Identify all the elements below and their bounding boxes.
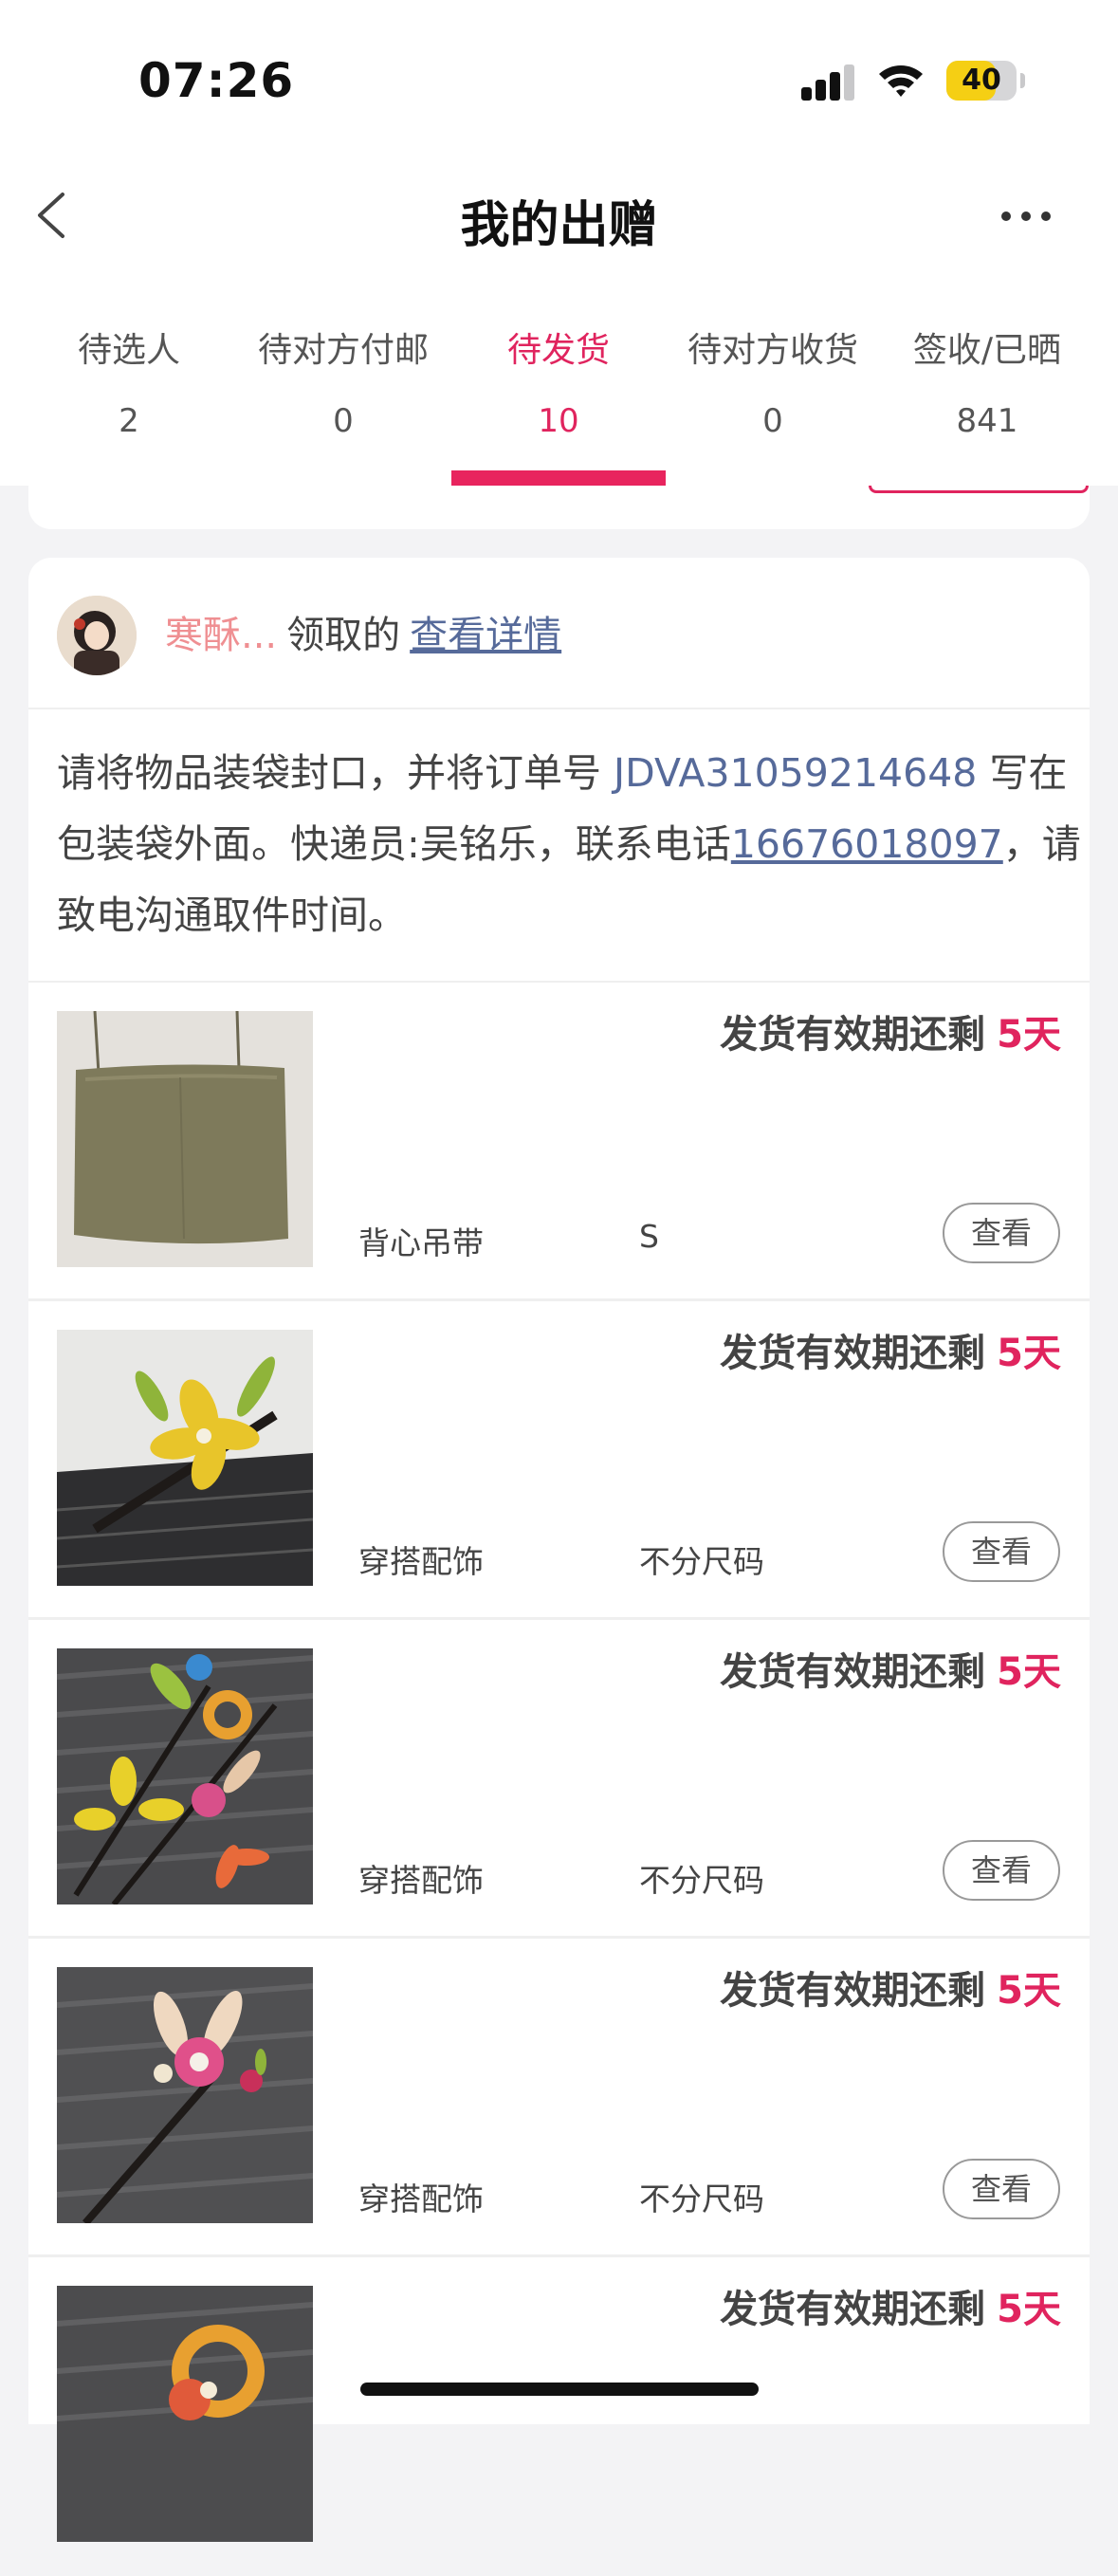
list-item[interactable]: 发货有效期还剩 5天 穿搭配饰 不分尺码 查看	[28, 1620, 1090, 1939]
deadline-label: 发货有效期还剩	[720, 1332, 986, 1375]
tab-received[interactable]: 签收/已晒 841	[880, 322, 1094, 486]
tab-count: 10	[538, 402, 579, 440]
shipping-deadline: 发货有效期还剩 5天	[720, 1322, 1061, 1377]
order-header-text: 寒酥... 领取的 查看详情	[165, 607, 561, 664]
top-area: 07:26 40 我的出赠 待选人 2 待对方付邮 0 待发货 10 待对方收货…	[0, 0, 1118, 486]
view-button[interactable]: 查看	[943, 1521, 1060, 1582]
item-category: 穿搭配饰	[358, 1862, 484, 1899]
home-indicator[interactable]	[360, 2383, 759, 2396]
shipping-deadline: 发货有效期还剩 5天	[720, 1960, 1061, 2015]
tab-count: 2	[119, 402, 139, 440]
tab-label: 待对方收货	[687, 331, 858, 370]
more-options-icon[interactable]	[1001, 210, 1058, 225]
item-category: 穿搭配饰	[358, 2180, 484, 2217]
product-image[interactable]	[57, 1648, 313, 1904]
deadline-days: 5天	[997, 1969, 1061, 2013]
deadline-label: 发货有效期还剩	[720, 1013, 986, 1057]
deadline-days: 5天	[997, 1332, 1061, 1375]
product-image[interactable]	[57, 1011, 313, 1267]
view-button[interactable]: 查看	[943, 1203, 1060, 1263]
wifi-icon	[879, 65, 923, 97]
item-category: 背心吊带	[358, 1224, 484, 1261]
shipping-deadline: 发货有效期还剩 5天	[720, 1641, 1061, 1696]
deadline-days: 5天	[997, 1650, 1061, 1694]
notice-text-1: 请将物品装袋封口，并将订单号	[57, 750, 614, 796]
status-bar: 07:26 40	[0, 0, 1118, 152]
item-category: 穿搭配饰	[358, 1543, 484, 1580]
tab-pending-shipment[interactable]: 待发货 10	[451, 322, 666, 486]
active-tab-indicator	[451, 470, 666, 486]
order-card: 寒酥... 领取的 查看详情 请将物品装袋封口，并将订单号 JDVA31059214…	[28, 558, 1090, 2542]
tab-label: 待选人	[77, 331, 180, 370]
nav-bar: 我的出赠	[0, 166, 1118, 270]
deadline-label: 发货有效期还剩	[720, 1650, 986, 1694]
item-size: S	[639, 1218, 659, 1255]
battery-icon: 40	[946, 61, 1017, 101]
view-details-link[interactable]: 查看详情	[410, 614, 561, 657]
list-item[interactable]: 发货有效期还剩 5天	[28, 2257, 1090, 2576]
tab-label: 签收/已晒	[912, 331, 1062, 370]
courier-phone-link[interactable]: 16676018097	[731, 821, 1003, 867]
status-time: 07:26	[138, 53, 295, 108]
list-item[interactable]: 发货有效期还剩 5天 背心吊带 S 查看	[28, 983, 1090, 1301]
product-image[interactable]	[57, 2286, 313, 2542]
recipient-name[interactable]: 寒酥...	[165, 614, 277, 657]
tab-pending-postage[interactable]: 待对方付邮 0	[236, 322, 450, 486]
status-tabs: 待选人 2 待对方付邮 0 待发货 10 待对方收货 0 签收/已晒 841	[0, 322, 1118, 486]
shipping-deadline: 发货有效期还剩 5天	[720, 1003, 1061, 1058]
previous-card-button-edge[interactable]	[869, 486, 1089, 493]
order-number[interactable]: JDVA31059214648	[614, 750, 977, 796]
tab-pending-receipt[interactable]: 待对方收货 0	[666, 322, 880, 486]
view-button[interactable]: 查看	[943, 2159, 1060, 2219]
item-size: 不分尺码	[639, 2180, 764, 2217]
tab-label: 待发货	[506, 331, 610, 370]
product-image[interactable]	[57, 1967, 313, 2223]
previous-order-card	[28, 486, 1090, 529]
list-item[interactable]: 发货有效期还剩 5天 穿搭配饰 不分尺码 查看	[28, 1939, 1090, 2257]
product-image[interactable]	[57, 1330, 313, 1586]
deadline-label: 发货有效期还剩	[720, 2288, 986, 2331]
claimed-label: 领取的	[286, 614, 401, 657]
avatar[interactable]	[57, 596, 137, 675]
deadline-days: 5天	[997, 1013, 1061, 1057]
deadline-days: 5天	[997, 2288, 1061, 2331]
item-size: 不分尺码	[639, 1862, 764, 1899]
shipping-deadline: 发货有效期还剩 5天	[720, 2278, 1061, 2333]
list-item[interactable]: 发货有效期还剩 5天 穿搭配饰 不分尺码 查看	[28, 1301, 1090, 1620]
tab-pending-selection[interactable]: 待选人 2	[22, 322, 236, 486]
item-size: 不分尺码	[639, 1543, 764, 1580]
view-button[interactable]: 查看	[943, 1840, 1060, 1901]
tab-count: 0	[333, 402, 354, 440]
tab-label: 待对方付邮	[257, 331, 429, 370]
shipping-instructions: 请将物品装袋封口，并将订单号 JDVA31059214648 写在包装袋外面。快…	[57, 738, 1081, 951]
tab-count: 841	[956, 402, 1018, 440]
page-title: 我的出赠	[460, 197, 658, 254]
battery-level: 40	[962, 64, 1001, 97]
tab-count: 0	[762, 402, 783, 440]
order-card-header: 寒酥... 领取的 查看详情	[28, 558, 1090, 709]
cellular-signal-icon	[801, 64, 856, 101]
deadline-label: 发货有效期还剩	[720, 1969, 986, 2013]
battery-nub	[1020, 73, 1025, 88]
